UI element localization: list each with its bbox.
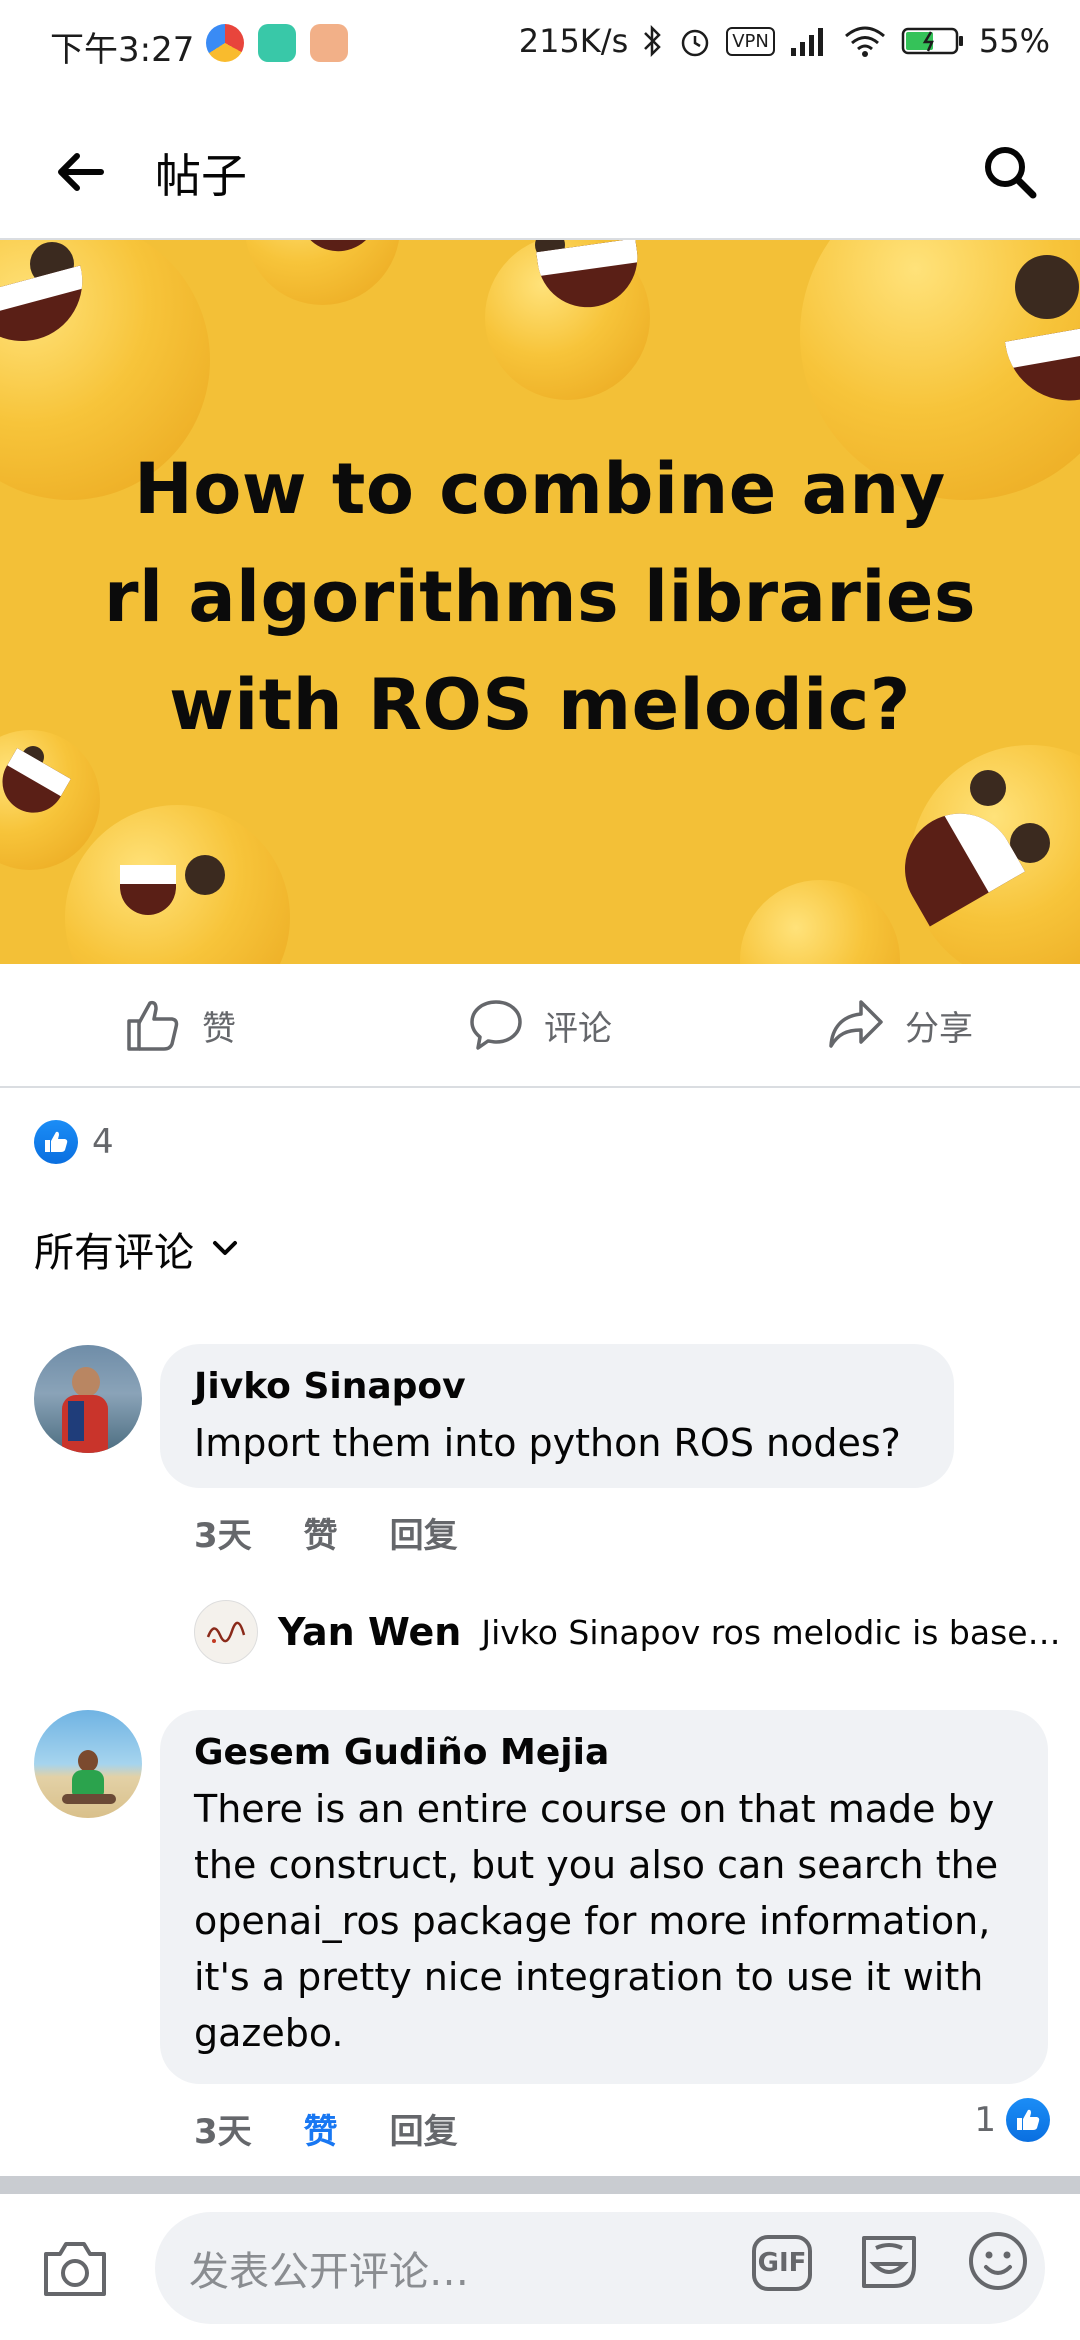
battery-icon xyxy=(901,24,965,58)
browser-app-icon xyxy=(206,24,244,62)
avatar[interactable] xyxy=(34,1710,142,1818)
like-reaction-icon xyxy=(1006,2098,1050,2142)
smiley-icon xyxy=(969,2232,1027,2290)
comment-time: 3天 xyxy=(194,2112,252,2152)
emoji-decoration xyxy=(245,240,400,305)
comment-like-count: 1 xyxy=(974,2100,996,2140)
reply-preview[interactable]: Yan Wen Jivko Sinapov ros melodic is bas… xyxy=(194,1600,1061,1664)
status-bar: 下午3:27 215K/s VPN 55% xyxy=(0,0,1080,92)
composer-icons: GIF xyxy=(752,2228,1030,2298)
comment-button[interactable]: 评论 xyxy=(360,964,720,1086)
comment-bubble[interactable]: Jivko Sinapov Import them into python RO… xyxy=(160,1344,954,1488)
share-label: 分享 xyxy=(905,1008,973,1049)
emoji-decoration xyxy=(740,880,900,964)
comment-time: 3天 xyxy=(194,1516,252,1556)
comment-reply-button[interactable]: 回复 xyxy=(390,2104,458,2153)
like-button[interactable]: 赞 xyxy=(0,964,360,1086)
camera-icon xyxy=(44,2242,106,2296)
post-image-title-line: with ROS melodic? xyxy=(169,664,911,746)
game-app-icon xyxy=(310,24,348,62)
camera-button[interactable] xyxy=(40,2236,110,2304)
comment-like-button[interactable]: 赞 xyxy=(304,1508,338,1557)
share-arrow-icon xyxy=(829,1000,883,1048)
post-image-title: How to combine any rl algorithms librari… xyxy=(60,435,1020,759)
post-image[interactable]: How to combine any rl algorithms librari… xyxy=(0,240,1080,964)
comment-filter-label: 所有评论 xyxy=(34,1230,194,1276)
thumbs-up-icon xyxy=(127,1000,179,1051)
emoji-button[interactable] xyxy=(966,2229,1030,2297)
comment-reply-button[interactable]: 回复 xyxy=(390,1508,458,1557)
battery-percent: 55% xyxy=(978,22,1050,60)
search-button[interactable] xyxy=(970,132,1050,212)
sticker-button[interactable] xyxy=(856,2228,922,2298)
app-header: 帖子 xyxy=(0,92,1080,240)
comment-filter-dropdown[interactable]: 所有评论 xyxy=(34,1220,238,1278)
comment-bubble[interactable]: Gesem Gudiño Mejia There is an entire co… xyxy=(160,1710,1048,2084)
like-label: 赞 xyxy=(202,1008,236,1049)
status-time: 下午3:27 xyxy=(50,30,195,70)
post-image-title-line: rl algorithms libraries xyxy=(103,556,977,638)
reaction-summary[interactable]: 4 xyxy=(34,1120,114,1164)
comment-meta: 3天 赞 回复 xyxy=(194,1508,458,1557)
wifi-icon xyxy=(843,24,887,58)
status-app-icons xyxy=(206,24,348,62)
emoji-decoration xyxy=(485,240,650,400)
comment-text: Import them into python ROS nodes? xyxy=(194,1421,901,1465)
avatar[interactable] xyxy=(34,1345,142,1453)
comment-meta: 3天 赞 回复 xyxy=(194,2104,458,2153)
bluetooth-icon xyxy=(642,24,664,58)
comment-input-placeholder: 发表公开评论… xyxy=(189,2249,469,2295)
avatar[interactable] xyxy=(194,1600,258,1664)
comment-author[interactable]: Jivko Sinapov xyxy=(194,1366,920,1407)
boss-app-icon xyxy=(258,24,296,62)
sticker-icon xyxy=(862,2236,916,2288)
reaction-count: 4 xyxy=(92,1122,114,1162)
back-arrow-icon xyxy=(58,153,104,191)
vpn-icon: VPN xyxy=(726,26,775,56)
chevron-down-icon xyxy=(213,1241,237,1255)
reply-text: Jivko Sinapov ros melodic is base… xyxy=(481,1612,1061,1652)
divider xyxy=(0,2176,1080,2194)
comment-text: There is an entire course on that made b… xyxy=(194,1787,999,2055)
back-button[interactable] xyxy=(40,132,120,212)
page-title: 帖子 xyxy=(155,149,247,203)
search-icon xyxy=(985,147,1037,199)
alarm-icon xyxy=(678,24,712,58)
gif-button[interactable]: GIF xyxy=(752,2235,812,2291)
reply-author[interactable]: Yan Wen xyxy=(278,1610,461,1654)
emoji-decoration xyxy=(884,745,1080,964)
comment-composer: 发表公开评论… GIF xyxy=(0,2194,1080,2340)
comment-like-button[interactable]: 赞 xyxy=(304,2104,338,2153)
share-button[interactable]: 分享 xyxy=(720,964,1080,1086)
comment-reaction-count[interactable]: 1 xyxy=(974,2098,1050,2142)
cellular-signal-icon xyxy=(789,24,829,58)
status-right: 215K/s VPN 55% xyxy=(519,22,1050,60)
comment-author[interactable]: Gesem Gudiño Mejia xyxy=(194,1732,1014,1773)
network-speed: 215K/s xyxy=(518,22,629,60)
like-reaction-icon xyxy=(34,1120,78,1164)
comment-label: 评论 xyxy=(544,1008,612,1049)
post-action-bar: 赞 评论 分享 xyxy=(0,964,1080,1088)
emoji-decoration xyxy=(65,805,290,964)
comment-bubble-icon xyxy=(470,1000,522,1050)
post-image-title-line: How to combine any xyxy=(134,448,946,530)
